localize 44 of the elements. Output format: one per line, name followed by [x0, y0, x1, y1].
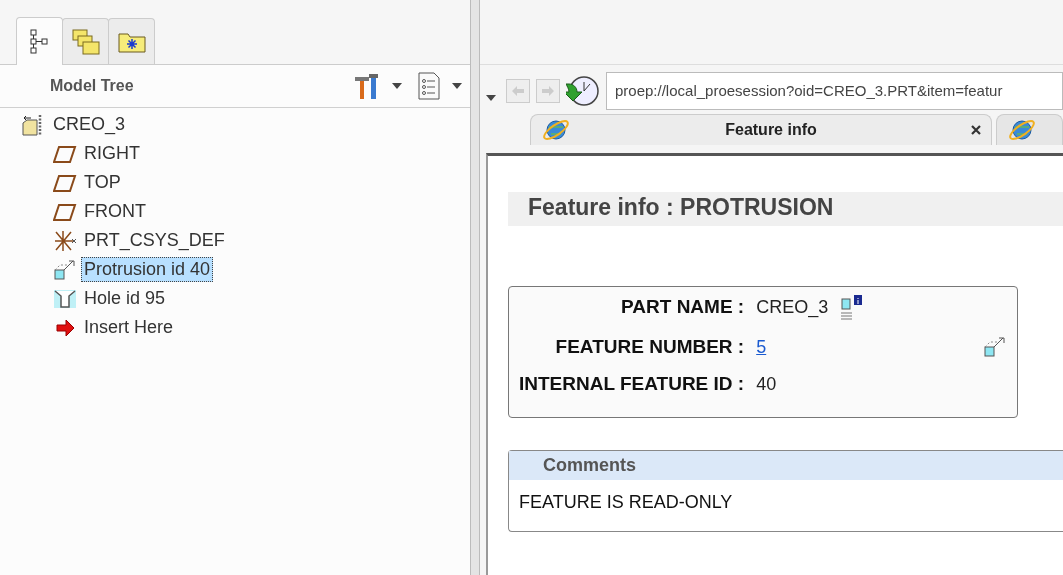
close-icon[interactable] [971, 125, 981, 135]
arrow-icon [53, 317, 77, 338]
refresh-icon[interactable] [566, 74, 600, 108]
tree-item[interactable]: Hole id 95 [81, 286, 169, 311]
globe-icon [541, 117, 571, 143]
tree-item[interactable]: CREO_3 [50, 112, 129, 137]
tree-item[interactable]: Protrusion id 40 [81, 257, 214, 282]
field-label: INTERNAL FEATURE ID : [519, 373, 745, 395]
folders-icon [70, 27, 101, 56]
hole-icon [53, 287, 77, 310]
page-heading: Feature info : PROTRUSION [508, 192, 1063, 226]
caret-icon[interactable] [452, 83, 462, 89]
caret-icon[interactable] [486, 95, 496, 101]
browser-tab[interactable] [996, 114, 1063, 145]
globe-icon [1007, 117, 1037, 143]
field-label: FEATURE NUMBER : [554, 336, 745, 358]
model-tree-tab[interactable] [16, 17, 63, 65]
tree-item[interactable]: PRT_CSYS_DEF [81, 228, 228, 253]
tree-icon [28, 28, 51, 55]
forward-icon [541, 84, 555, 98]
field-value: 40 [756, 373, 778, 395]
comments-title: Comments [543, 455, 636, 475]
tree-item[interactable]: RIGHT [81, 141, 143, 166]
browser-tab[interactable]: Feature info [530, 114, 992, 145]
address-field[interactable]: proep://local_proesession?oid=CREO_3.PRT&item=featur [606, 72, 1063, 110]
tree-item[interactable]: TOP [81, 170, 124, 195]
field-label: PART NAME : [620, 296, 745, 318]
extrude-icon [53, 257, 77, 282]
plane-icon [53, 201, 77, 222]
favorites-tab[interactable] [108, 18, 155, 64]
caret-icon[interactable] [392, 83, 402, 89]
feature-number-link[interactable]: 5 [756, 336, 767, 358]
list-settings-icon[interactable] [416, 71, 442, 101]
comment-text: FEATURE IS READ-ONLY [518, 491, 734, 514]
plane-icon [53, 143, 77, 164]
field-value: CREO_3 [756, 296, 829, 318]
coordinate-system-icon [53, 228, 77, 253]
panel-title: Model Tree [50, 77, 135, 95]
back-icon [511, 84, 525, 98]
plane-icon [53, 172, 77, 193]
part-info-icon[interactable] [840, 293, 865, 321]
extrude-icon[interactable] [983, 335, 1007, 359]
tree-item[interactable]: Insert Here [81, 315, 177, 340]
tree-item[interactable]: FRONT [81, 199, 149, 224]
